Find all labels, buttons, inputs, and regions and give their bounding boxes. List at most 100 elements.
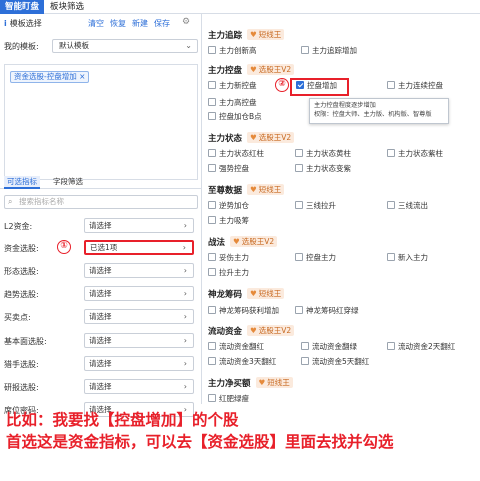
tab-smart-watch[interactable]: 智能盯盘 — [0, 0, 44, 14]
select-research[interactable]: 请选择 › — [84, 379, 194, 394]
option-checkbox[interactable]: 红肥绿瘦 — [208, 394, 249, 405]
option-checkbox[interactable]: 主力状态变紫 — [295, 164, 351, 175]
option-checkbox[interactable]: 控盘加仓B点 — [208, 112, 262, 123]
section-title-supreme-text: 至尊数据 — [208, 186, 243, 196]
checkbox[interactable] — [208, 98, 216, 106]
checkbox[interactable] — [208, 268, 216, 276]
option-checkbox[interactable]: 神龙筹码获利增加 — [208, 306, 279, 317]
option-checkbox[interactable]: 流动资金2天翻红 — [387, 342, 455, 353]
select-fundamental[interactable]: 请选择 › — [84, 333, 194, 348]
row-label-trend: 趋势选股: — [4, 290, 39, 299]
checkbox[interactable] — [295, 253, 303, 261]
option-tooltip: 主力控盘程度逐步增加 权限：控盘大师、主力版、机构版、智尊版 — [309, 98, 449, 124]
option-label: 主力追踪增加 — [312, 46, 357, 55]
checkbox[interactable] — [387, 253, 395, 261]
checkbox[interactable] — [295, 149, 303, 157]
select-shape[interactable]: 请选择 › — [84, 263, 194, 278]
select-fund[interactable]: 已选1项 › — [84, 240, 194, 255]
option-checkbox[interactable]: 妥伤主力 — [208, 253, 249, 264]
checkbox[interactable] — [208, 149, 216, 157]
checkbox[interactable] — [295, 306, 303, 314]
section-title-dragon: 神龙筹码 ♥ 短线王 — [208, 288, 285, 300]
option-label: 新入主力 — [398, 253, 428, 262]
option-checkbox[interactable]: 强势控盘 — [208, 164, 249, 175]
search-input[interactable]: ⌕ 搜索指标名称 — [4, 195, 198, 209]
option-checkbox[interactable]: 逆势加仓 — [208, 201, 249, 212]
option-checkbox[interactable]: 主力状态紫柱 — [387, 149, 443, 160]
checkbox[interactable] — [301, 357, 309, 365]
tab-available-indicators[interactable]: 可选指标 — [4, 176, 40, 189]
option-checkbox[interactable]: 流动资金翻绿 — [301, 342, 357, 353]
checkbox[interactable] — [387, 201, 395, 209]
option-checkbox[interactable]: 流动资金翻红 — [208, 342, 264, 353]
checkbox[interactable] — [208, 81, 216, 89]
option-label: 主力吸筹 — [219, 216, 249, 225]
option-checkbox[interactable]: 控盘主力 — [295, 253, 336, 264]
checkbox[interactable] — [387, 81, 395, 89]
option-checkbox[interactable]: 流动资金5天翻红 — [301, 357, 369, 368]
option-checkbox[interactable]: 主力创新高 — [208, 46, 257, 57]
checkbox-checked[interactable] — [296, 81, 304, 89]
option-checkbox[interactable]: 神龙筹码红穿绿 — [295, 306, 359, 317]
option-checkbox[interactable]: 主力连续控盘 — [387, 81, 443, 92]
option-checkbox[interactable]: 流动资金3天翻红 — [208, 357, 276, 368]
checkbox[interactable] — [387, 149, 395, 157]
checkbox[interactable] — [301, 342, 309, 350]
option-label: 控盘增加 — [307, 81, 337, 90]
option-label: 妥伤主力 — [219, 253, 249, 262]
option-checkbox[interactable]: 三线拉升 — [295, 201, 336, 212]
checkbox[interactable] — [208, 112, 216, 120]
select-buysell[interactable]: 请选择 › — [84, 309, 194, 324]
option-checkbox[interactable]: 主力追踪增加 — [301, 46, 357, 57]
checkbox[interactable] — [208, 357, 216, 365]
section-title-dragon-text: 神龙筹码 — [208, 290, 243, 300]
option-checkbox[interactable]: 主力高控盘 — [208, 98, 257, 109]
option-checkbox[interactable]: 主力状态红柱 — [208, 149, 264, 160]
tag-text: 短线王 — [258, 185, 282, 194]
checkbox[interactable] — [208, 164, 216, 172]
chevron-right-icon: › — [183, 289, 187, 298]
select-l2[interactable]: 请选择 › — [84, 218, 194, 233]
checkbox[interactable] — [208, 216, 216, 224]
option-checkbox[interactable]: 主力吸筹 — [208, 216, 249, 227]
option-checkbox[interactable]: 主力状态黄柱 — [295, 149, 351, 160]
checkbox[interactable] — [208, 342, 216, 350]
option-label: 主力高控盘 — [219, 98, 257, 107]
checkbox[interactable] — [208, 394, 216, 402]
tab-field-filter[interactable]: 字段筛选 — [50, 176, 86, 189]
new-button[interactable]: 新建 — [132, 19, 148, 28]
checkbox[interactable] — [208, 201, 216, 209]
option-checkbox[interactable]: 三线流出 — [387, 201, 428, 212]
restore-button[interactable]: 恢复 — [110, 19, 126, 28]
select-trend[interactable]: 请选择 › — [84, 286, 194, 301]
checkbox[interactable] — [301, 46, 309, 54]
right-panel: 主力追踪 ♥ 短线王 主力创新高 主力追踪增加 主力控盘 ♥ 选股王V2 主力新控盘 主… — [203, 14, 480, 404]
tag-short-king: ♥ 短线王 — [247, 184, 285, 195]
tooltip-line-2: 权限：控盘大师、主力版、机构版、智尊版 — [314, 111, 432, 118]
step-1-marker: ① — [57, 240, 71, 254]
section-title-netbuy-text: 主力净买额 — [208, 379, 251, 389]
select-hunter[interactable]: 请选择 › — [84, 356, 194, 371]
option-checkbox[interactable]: 主力新控盘 — [208, 81, 257, 92]
clear-button[interactable]: 清空 — [88, 19, 104, 28]
option-control-increase[interactable]: 控盘增加 — [296, 81, 337, 92]
checkbox[interactable] — [387, 342, 395, 350]
my-model-select[interactable]: 默认模板 ⌄ — [52, 39, 198, 53]
checkbox[interactable] — [208, 306, 216, 314]
instruction-line-1: 比如：我要找【控盘增加】的个股 — [6, 411, 239, 429]
section-title-liquidity-text: 流动资金 — [208, 327, 243, 337]
selected-chip[interactable]: 资金选股-控盘增加 × — [10, 71, 90, 83]
save-button[interactable]: 保存 — [154, 19, 170, 28]
checkbox[interactable] — [208, 253, 216, 261]
option-checkbox[interactable]: 新入主力 — [387, 253, 428, 264]
option-checkbox[interactable]: 拉升主力 — [208, 268, 249, 279]
gear-icon[interactable]: ⚙ — [182, 17, 190, 27]
tag-picker-v2: ♥ 选股王V2 — [247, 64, 295, 75]
checkbox[interactable] — [295, 164, 303, 172]
checkbox[interactable] — [208, 46, 216, 54]
crown-icon: ♥ — [250, 289, 257, 298]
crown-icon: ♥ — [233, 237, 240, 246]
row-label-l2: L2资金: — [4, 222, 33, 231]
tab-sector-filter[interactable]: 板块筛选 — [45, 0, 89, 14]
checkbox[interactable] — [295, 201, 303, 209]
